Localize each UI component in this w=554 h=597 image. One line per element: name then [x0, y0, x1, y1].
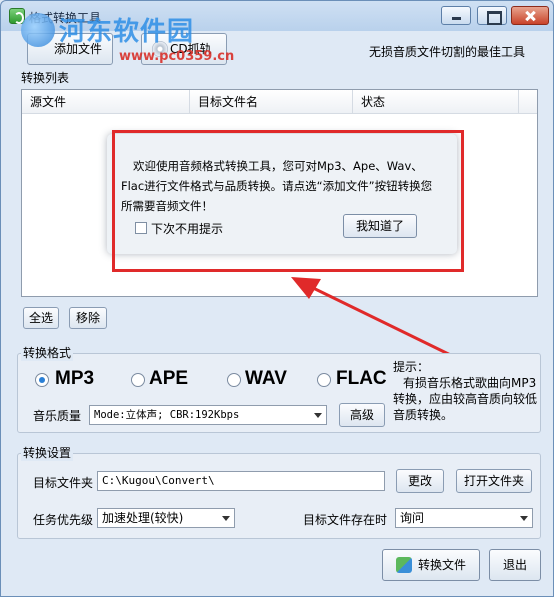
chevron-down-icon [222, 516, 230, 521]
radio-flac-label[interactable]: FLAC [336, 368, 387, 390]
settings-section-label: 转换设置 [21, 444, 74, 461]
chevron-down-icon [314, 413, 322, 418]
app-window: 格式转换工具 添加文件 CD抓轨 无损音质文件切割的最佳工具 河东软件园 www… [0, 0, 554, 597]
priority-select[interactable]: 加速处理(较快) [97, 508, 235, 528]
exit-button[interactable]: 退出 [489, 549, 541, 581]
radio-wav-label[interactable]: WAV [245, 368, 287, 390]
window-title: 格式转换工具 [29, 11, 102, 25]
got-it-button[interactable]: 我知道了 [343, 214, 417, 238]
cd-rip-label: CD抓轨 [170, 42, 212, 56]
radio-mp3-label[interactable]: MP3 [55, 368, 94, 390]
radio-ape[interactable] [131, 373, 145, 387]
add-file-label: 添加文件 [54, 42, 103, 56]
welcome-dialog: 欢迎使用音频格式转换工具，您可对Mp3、Ape、Wav、Flac进行文件格式与品… [107, 134, 457, 254]
exists-value: 询问 [400, 511, 425, 525]
list-section-label: 转换列表 [21, 71, 70, 85]
list-header: 源文件 目标文件名 状态 [22, 90, 537, 114]
convert-icon [395, 557, 412, 573]
priority-value: 加速处理(较快) [102, 511, 184, 525]
open-folder-button[interactable]: 打开文件夹 [456, 469, 532, 493]
radio-wav[interactable] [227, 373, 241, 387]
cd-icon [152, 41, 168, 57]
hint-body: 有损音乐格式歌曲向MP3转换，应由较高音质向较低音质转换。 [393, 376, 538, 422]
dont-show-checkbox[interactable] [135, 222, 147, 234]
radio-ape-label[interactable]: APE [149, 368, 188, 390]
add-file-button[interactable]: 添加文件 [27, 33, 113, 65]
advanced-button[interactable]: 高级 [339, 403, 385, 427]
title-bar[interactable]: 格式转换工具 [1, 1, 553, 31]
exists-select[interactable]: 询问 [395, 508, 533, 528]
radio-mp3[interactable] [35, 373, 49, 387]
hint-title: 提示： [393, 360, 430, 374]
convert-label: 转换文件 [417, 558, 466, 572]
column-header-source[interactable]: 源文件 [22, 90, 190, 114]
slogan-text: 无损音质文件切割的最佳工具 [369, 45, 526, 59]
target-folder-label: 目标文件夹 [33, 476, 94, 490]
quality-label: 音乐质量 [33, 409, 82, 423]
exists-label: 目标文件存在时 [303, 513, 388, 527]
column-header-target[interactable]: 目标文件名 [190, 90, 353, 114]
select-all-button[interactable]: 全选 [23, 307, 59, 329]
app-icon [9, 8, 25, 24]
remove-button[interactable]: 移除 [69, 307, 107, 329]
format-section-label: 转换格式 [21, 344, 74, 361]
close-button[interactable] [511, 6, 549, 25]
dont-show-label[interactable]: 下次不用提示 [151, 220, 223, 237]
quality-value: Mode:立体声; CBR:192Kbps [94, 409, 240, 421]
minimize-button[interactable] [441, 6, 471, 25]
format-hint: 提示： 有损音乐格式歌曲向MP3转换，应由较高音质向较低音质转换。 [393, 359, 543, 423]
welcome-message: 欢迎使用音频格式转换工具，您可对Mp3、Ape、Wav、Flac进行文件格式与品… [121, 159, 433, 213]
cd-rip-button[interactable]: CD抓轨 [141, 33, 227, 65]
radio-flac[interactable] [317, 373, 331, 387]
column-header-status[interactable]: 状态 [353, 90, 519, 114]
change-folder-button[interactable]: 更改 [396, 469, 444, 493]
convert-button[interactable]: 转换文件 [382, 549, 480, 581]
quality-select[interactable]: Mode:立体声; CBR:192Kbps [89, 405, 327, 425]
target-folder-input[interactable]: C:\Kugou\Convert\ [97, 471, 385, 491]
maximize-button[interactable] [477, 6, 507, 25]
chevron-down-icon [520, 516, 528, 521]
priority-label: 任务优先级 [33, 513, 94, 527]
